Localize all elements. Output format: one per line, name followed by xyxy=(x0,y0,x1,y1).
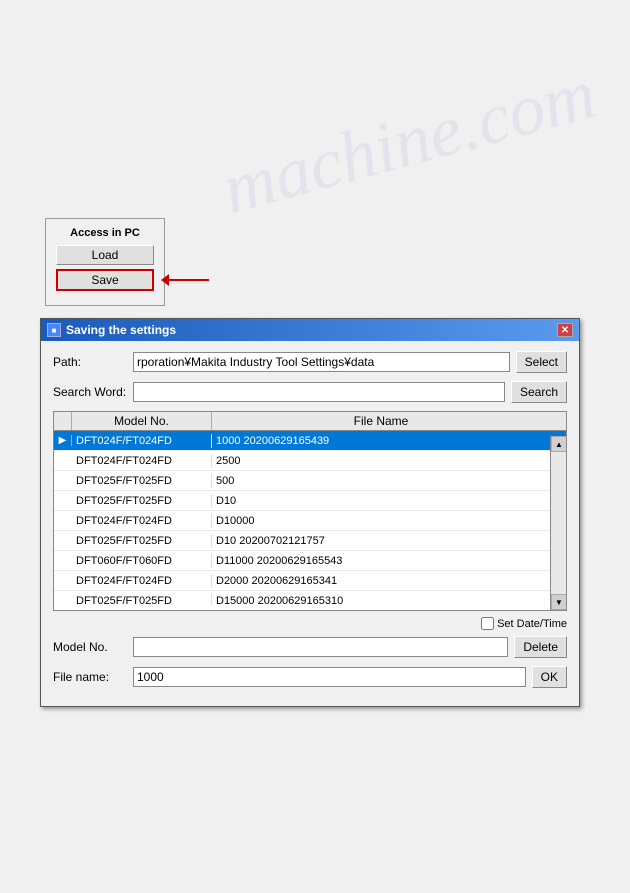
th-scroll xyxy=(550,412,566,430)
table-row[interactable]: DFT024F/FT024FDD2000 20200629165341 xyxy=(54,571,566,591)
set-datetime-checkbox[interactable] xyxy=(481,617,494,630)
path-row: Path: Select xyxy=(53,351,567,373)
table-row[interactable]: DFT025F/FT025FD500 xyxy=(54,471,566,491)
th-model: Model No. xyxy=(72,412,212,430)
row-filename: D11000 20200629165543 xyxy=(212,554,566,568)
search-word-input[interactable] xyxy=(133,382,505,402)
set-datetime-label: Set Date/Time xyxy=(497,618,567,630)
saving-settings-dialog: ■ Saving the settings ✕ Path: Select Sea… xyxy=(40,318,580,707)
ok-button[interactable]: OK xyxy=(532,666,567,688)
watermark: machine.com xyxy=(214,52,604,231)
select-button[interactable]: Select xyxy=(516,351,567,373)
files-table: Model No. File Name ▶DFT024F/FT024FD1000… xyxy=(53,411,567,611)
row-model: DFT025F/FT025FD xyxy=(72,534,212,548)
table-scrollbar[interactable]: ▲ ▼ xyxy=(550,436,566,610)
scroll-down-button[interactable]: ▼ xyxy=(551,594,567,610)
table-header: Model No. File Name xyxy=(54,412,566,431)
scroll-up-button[interactable]: ▲ xyxy=(551,436,567,452)
arrow-indicator xyxy=(162,274,209,286)
row-filename: D10 xyxy=(212,494,566,508)
search-word-label: Search Word: xyxy=(53,385,133,399)
save-button[interactable]: Save xyxy=(56,269,154,291)
arrow-line xyxy=(169,279,209,281)
model-no-row: Model No. Delete xyxy=(53,636,567,658)
row-filename: D10000 xyxy=(212,514,566,528)
access-panel-title: Access in PC xyxy=(56,227,154,239)
arrow-head xyxy=(161,274,169,286)
row-filename: D15000 20200629165310 xyxy=(212,594,566,606)
file-name-label: File name: xyxy=(53,670,133,684)
search-button[interactable]: Search xyxy=(511,381,567,403)
row-filename: 500 xyxy=(212,474,566,488)
table-row[interactable]: DFT024F/FT024FD2500 xyxy=(54,451,566,471)
th-filename: File Name xyxy=(212,412,550,430)
row-model: DFT025F/FT025FD xyxy=(72,594,212,606)
row-arrow: ▶ xyxy=(54,435,72,446)
row-filename: 1000 20200629165439 xyxy=(212,434,566,448)
row-filename: D2000 20200629165341 xyxy=(212,574,566,588)
delete-button[interactable]: Delete xyxy=(514,636,567,658)
row-model: DFT025F/FT025FD xyxy=(72,474,212,488)
row-model: DFT024F/FT024FD xyxy=(72,574,212,588)
row-model: DFT024F/FT024FD xyxy=(72,434,212,448)
table-body[interactable]: ▶DFT024F/FT024FD1000 20200629165439DFT02… xyxy=(54,431,566,605)
table-row[interactable]: DFT024F/FT024FDD10000 xyxy=(54,511,566,531)
row-model: DFT025F/FT025FD xyxy=(72,494,212,508)
file-name-input[interactable] xyxy=(133,667,526,687)
model-no-input[interactable] xyxy=(133,637,508,657)
file-name-row: File name: OK xyxy=(53,666,567,688)
dialog-title-text: Saving the settings xyxy=(66,323,176,337)
row-filename: 2500 xyxy=(212,454,566,468)
th-index xyxy=(54,412,72,430)
dialog-icon: ■ xyxy=(47,323,61,337)
table-row[interactable]: DFT025F/FT025FDD15000 20200629165310 xyxy=(54,591,566,605)
load-button[interactable]: Load xyxy=(56,245,154,265)
dialog-titlebar: ■ Saving the settings ✕ xyxy=(41,319,579,341)
datetime-row: Set Date/Time xyxy=(53,617,567,630)
access-panel: Access in PC Load Save xyxy=(45,218,165,306)
table-row[interactable]: ▶DFT024F/FT024FD1000 20200629165439 xyxy=(54,431,566,451)
search-word-row: Search Word: Search xyxy=(53,381,567,403)
dialog-body: Path: Select Search Word: Search Model N… xyxy=(41,341,579,706)
path-input[interactable] xyxy=(133,352,510,372)
scroll-track xyxy=(551,452,566,594)
table-row[interactable]: DFT025F/FT025FDD10 xyxy=(54,491,566,511)
row-model: DFT024F/FT024FD xyxy=(72,454,212,468)
dialog-title-left: ■ Saving the settings xyxy=(47,323,176,337)
model-no-label: Model No. xyxy=(53,640,133,654)
dialog-close-button[interactable]: ✕ xyxy=(557,323,573,337)
set-datetime-container: Set Date/Time xyxy=(481,617,567,630)
table-row[interactable]: DFT025F/FT025FDD10 20200702121757 xyxy=(54,531,566,551)
row-filename: D10 20200702121757 xyxy=(212,534,566,548)
row-model: DFT024F/FT024FD xyxy=(72,514,212,528)
row-model: DFT060F/FT060FD xyxy=(72,554,212,568)
path-label: Path: xyxy=(53,355,133,369)
table-row[interactable]: DFT060F/FT060FDD11000 20200629165543 xyxy=(54,551,566,571)
